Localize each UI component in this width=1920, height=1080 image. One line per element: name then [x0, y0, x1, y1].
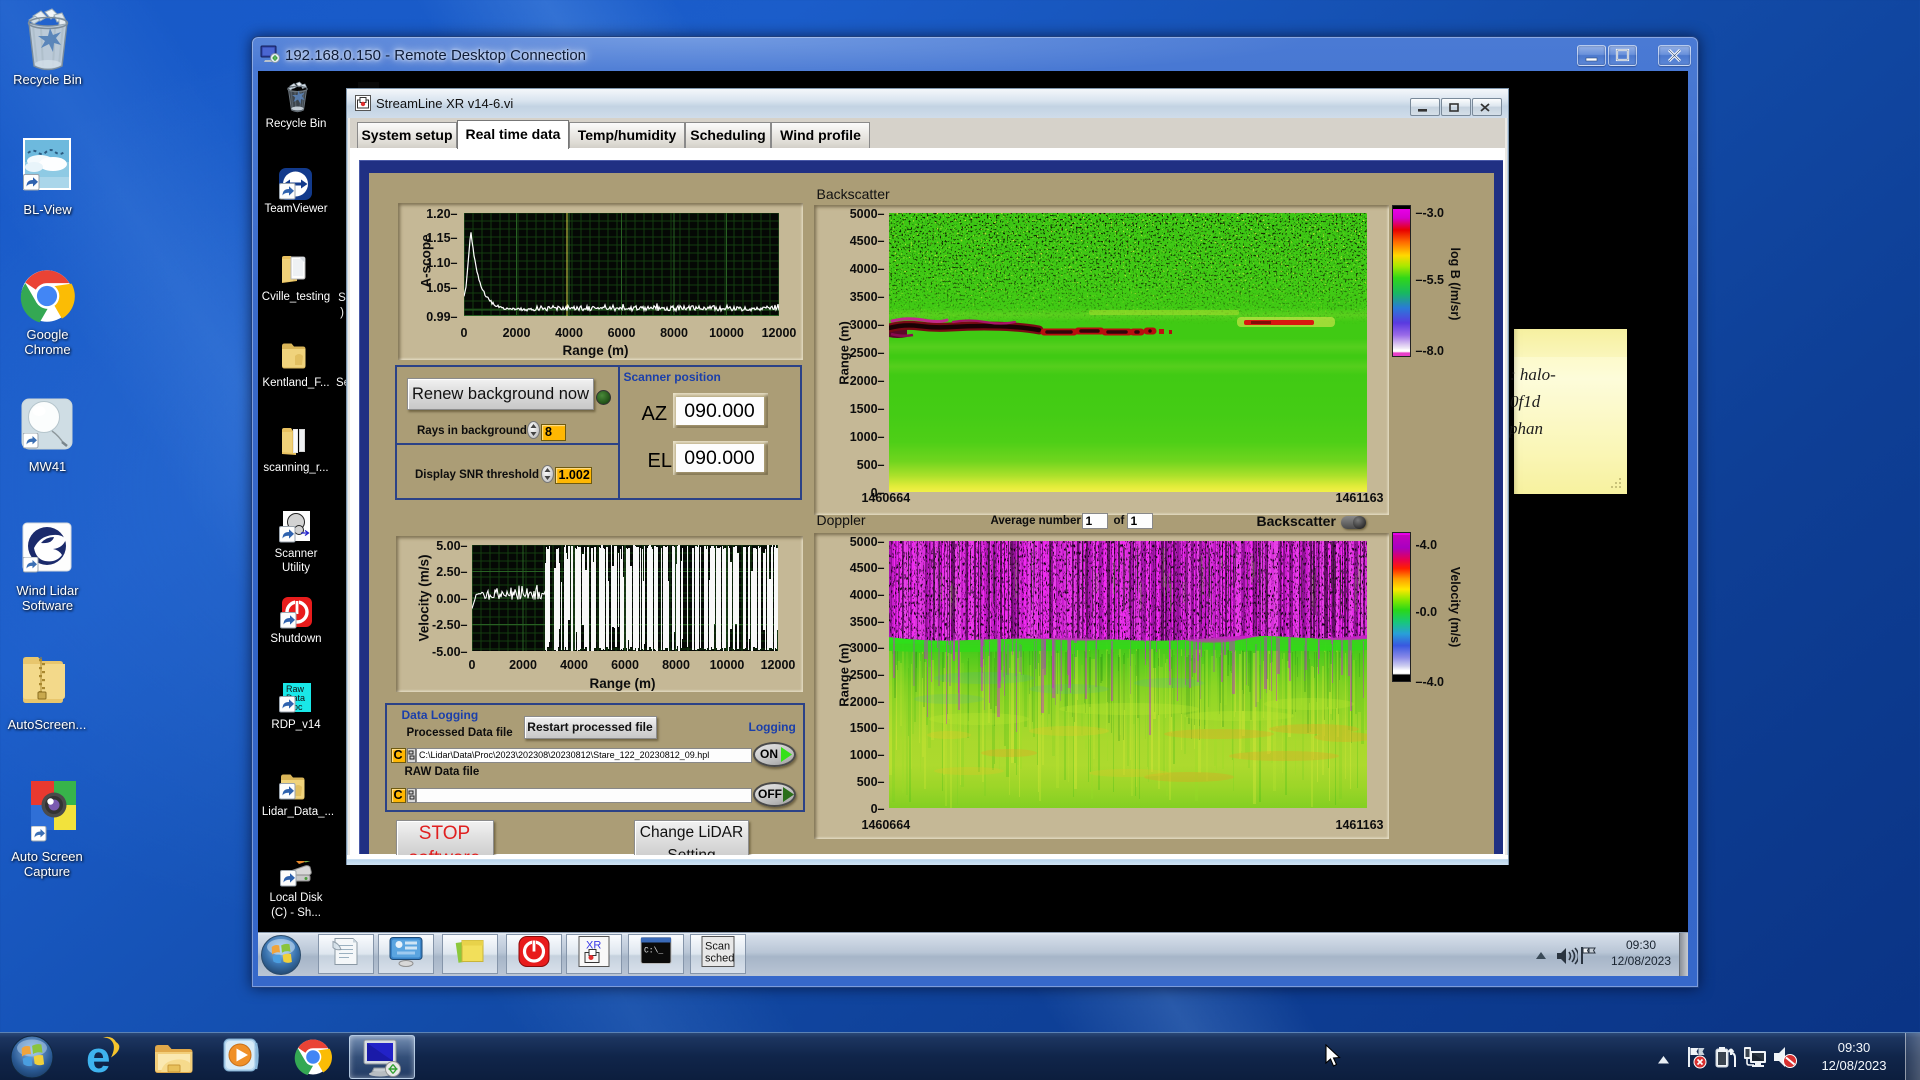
svg-text:sched: sched [705, 953, 734, 965]
svg-text:C:\_: C:\_ [644, 947, 663, 956]
svg-text:Scan: Scan [705, 941, 730, 953]
svg-text:e: e [86, 1034, 110, 1080]
